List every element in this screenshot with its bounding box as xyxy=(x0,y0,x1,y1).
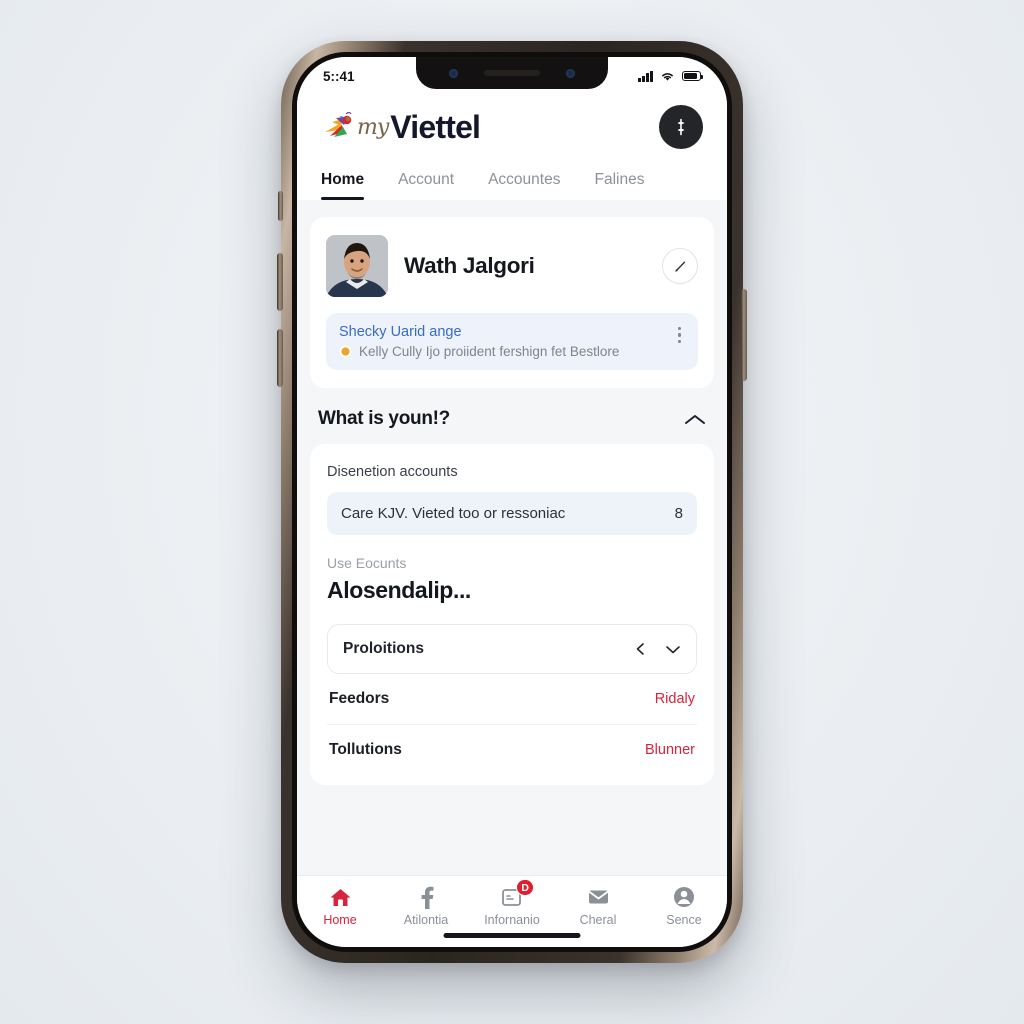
edit-profile-button[interactable] xyxy=(662,248,698,284)
chevron-up-icon[interactable] xyxy=(684,413,706,426)
notice-subtitle-row: Kelly Cully Ijo proiident fershign fet B… xyxy=(339,344,666,359)
scene: 5::41 my Viettel Home Account Accountes … xyxy=(0,0,1024,1024)
envelope-mail-icon xyxy=(587,886,610,908)
accounts-sub-label: Disenetion accounts xyxy=(327,464,458,480)
notch xyxy=(416,57,608,89)
promotions-select[interactable]: Proloitions xyxy=(327,624,697,674)
nav-label: Home xyxy=(323,913,357,927)
assistant-glyph-icon xyxy=(677,118,685,136)
profile-row: Wath Jalgori xyxy=(326,235,698,297)
brand: my Viettel xyxy=(321,108,481,146)
status-time: 5::41 xyxy=(323,68,355,84)
tab-accountes[interactable]: Accountes xyxy=(488,165,560,200)
document-card-icon: D xyxy=(501,879,534,908)
face-sensor-icon xyxy=(566,68,575,78)
content-scroll-area[interactable]: Wath Jalgori Shecky Uarid ange Kelly Cul… xyxy=(297,207,727,875)
promotions-select-icons xyxy=(633,642,681,656)
notice-text: Shecky Uarid ange Kelly Cully Ijo proiid… xyxy=(339,324,666,359)
chevron-left-icon[interactable] xyxy=(633,642,647,656)
assistant-button[interactable] xyxy=(659,105,703,149)
profile-card: Wath Jalgori Shecky Uarid ange Kelly Cul… xyxy=(310,217,714,388)
list-row-tollutions[interactable]: Tollutions Blunner xyxy=(327,725,697,775)
tab-falines[interactable]: Falines xyxy=(594,165,644,200)
home-indicator[interactable] xyxy=(443,933,581,938)
notice-title: Shecky Uarid ange xyxy=(339,324,462,340)
nav-item-sence[interactable]: Sence xyxy=(641,886,727,927)
nav-label: Sence xyxy=(666,913,702,927)
volume-down-button[interactable] xyxy=(277,329,283,387)
signal-bars-icon xyxy=(638,70,653,82)
nav-item-atilontia[interactable]: Atilontia xyxy=(383,886,469,927)
tab-home[interactable]: Home xyxy=(321,165,365,200)
tab-bar: Home Account Accountes Falines xyxy=(297,165,727,200)
nav-item-cheral[interactable]: Cheral xyxy=(555,886,641,927)
account-pill-text: Care KJV. Vieted too or ressoniac xyxy=(341,505,566,522)
phone-bezel: 5::41 my Viettel Home Account Accountes … xyxy=(292,52,732,952)
mute-switch-button[interactable] xyxy=(278,191,283,221)
use-accounts-label: Use Eocunts xyxy=(327,555,407,571)
brand-prefix: my xyxy=(357,114,389,140)
user-photo-avatar[interactable] xyxy=(326,235,388,297)
account-pill-row[interactable]: Care KJV. Vieted too or ressoniac 8 xyxy=(327,492,697,535)
accounts-card: Disenetion accounts Care KJV. Vieted too… xyxy=(310,444,714,785)
phone-screen: 5::41 my Viettel Home Account Accountes … xyxy=(297,57,727,947)
phone-device: 5::41 my Viettel Home Account Accountes … xyxy=(277,41,747,963)
chevron-down-icon[interactable] xyxy=(665,644,681,655)
nav-label: Infornanio xyxy=(484,913,540,927)
tab-account[interactable]: Account xyxy=(398,165,454,200)
status-indicators xyxy=(638,70,704,82)
nav-label: Cheral xyxy=(579,913,617,927)
list-row-value: Blunner xyxy=(645,742,695,758)
wifi-icon xyxy=(662,73,673,81)
notice-banner[interactable]: Shecky Uarid ange Kelly Cully Ijo proiid… xyxy=(326,313,698,370)
facebook-f-icon xyxy=(419,886,434,909)
list-row-value: Ridaly xyxy=(654,691,695,707)
profile-name: Wath Jalgori xyxy=(404,253,535,278)
list-row-label: Tollutions xyxy=(329,741,402,758)
list-row-label: Feedors xyxy=(329,690,390,707)
nav-item-infornanio[interactable]: D Infornanio xyxy=(469,879,555,927)
app-header: my Viettel xyxy=(297,95,727,165)
pencil-edit-icon xyxy=(674,261,685,272)
list-row-feedors[interactable]: Feedors Ridaly xyxy=(327,674,697,725)
nav-label: Atilontia xyxy=(403,913,449,927)
user-circle-icon xyxy=(673,886,695,908)
volume-up-button[interactable] xyxy=(277,253,283,311)
earpiece-speaker-icon xyxy=(484,70,540,76)
viettel-butterfly-logo-icon xyxy=(325,111,352,137)
notice-subtitle: Kelly Cully Ijo proiident fershign fet B… xyxy=(359,344,620,359)
power-button[interactable] xyxy=(741,289,747,381)
front-camera-icon xyxy=(449,68,458,78)
more-vertical-icon[interactable] xyxy=(674,324,685,346)
nav-badge: D xyxy=(516,879,534,896)
account-pill-count: 8 xyxy=(674,505,683,522)
section-header[interactable]: What is youn!? xyxy=(310,388,714,444)
battery-icon xyxy=(682,71,704,81)
warning-dot-icon xyxy=(339,345,352,358)
home-icon xyxy=(329,886,352,908)
brand-name: Viettel xyxy=(390,108,481,145)
section-title: What is youn!? xyxy=(318,408,450,429)
nav-item-home[interactable]: Home xyxy=(297,886,383,927)
promotions-select-label: Proloitions xyxy=(343,640,424,657)
use-accounts-value: Alosendalip... xyxy=(327,577,471,603)
